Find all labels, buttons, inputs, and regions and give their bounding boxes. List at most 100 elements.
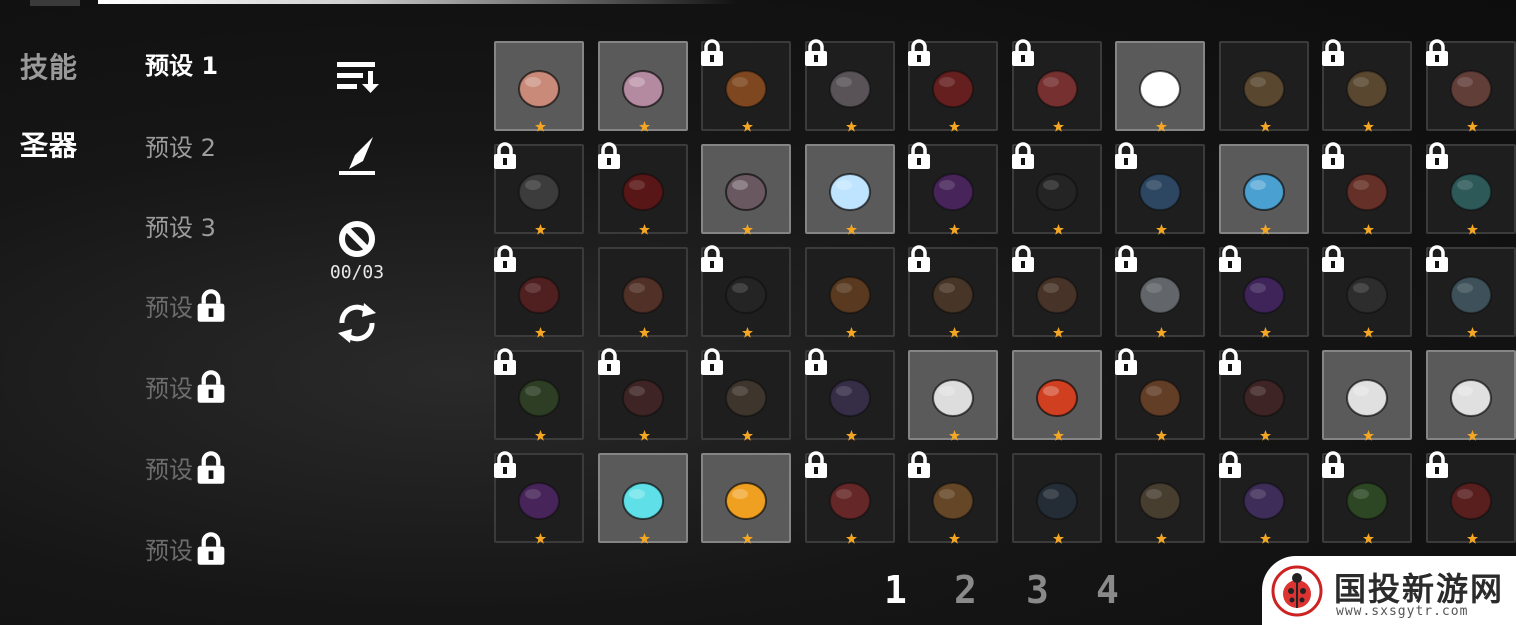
top-highlight-bar (98, 0, 738, 4)
slot-lock-icon (596, 348, 622, 375)
preset-label: 预设 3 (145, 214, 216, 242)
relic-slot-feather[interactable] (804, 39, 895, 132)
relic-slot-pale-rock[interactable] (1115, 453, 1205, 544)
preset-5[interactable]: 预设 (145, 369, 227, 404)
relic-slot-spoon[interactable] (699, 245, 791, 338)
slot-lock-icon (1010, 245, 1036, 272)
relic-slot-purple-orb[interactable] (494, 451, 584, 544)
preset-4[interactable]: 预设 (145, 288, 227, 323)
relic-slot-cyan-spirit[interactable] (597, 453, 688, 544)
relic-slot-red-crystal[interactable] (1011, 350, 1102, 441)
preset-3[interactable]: 预设 3 (145, 208, 216, 243)
lock-icon (197, 288, 225, 322)
relic-slot-fox-mask[interactable] (1011, 39, 1102, 132)
relic-slot-clay-vase[interactable] (597, 247, 688, 338)
edit-button[interactable] (334, 132, 380, 178)
relic-slot-scroll-2[interactable] (1322, 39, 1412, 132)
rarity-star-icon (1259, 121, 1271, 132)
rarity-star-icon (1156, 430, 1167, 441)
rarity-star-icon (1156, 224, 1167, 235)
relic-slot-book[interactable] (1115, 348, 1205, 441)
slot-lock-icon (699, 348, 725, 375)
rarity-star-icon (1466, 121, 1478, 132)
preset-6[interactable]: 预设 (145, 450, 227, 485)
preset-label: 预设 (145, 537, 193, 565)
relic-slot-dagger[interactable] (1322, 350, 1412, 441)
page-2-button[interactable]: 2 (954, 568, 977, 612)
relic-slot-rune-stone[interactable] (494, 41, 584, 132)
preset-7[interactable]: 预设 (145, 531, 227, 566)
relic-slot-snow-globe[interactable] (1115, 245, 1205, 338)
relic-slot-rock-lump[interactable] (699, 348, 791, 441)
slot-lock-icon (906, 245, 932, 272)
relic-slot-red-boot[interactable] (804, 451, 895, 544)
relic-slot-red-scarf[interactable] (494, 245, 584, 338)
page-3-button[interactable]: 3 (1026, 568, 1049, 612)
relic-slot-crossbow[interactable] (596, 348, 688, 441)
relic-slot-boot[interactable] (906, 245, 998, 338)
relic-slot-red-berries[interactable] (1424, 451, 1516, 544)
relic-slot-purple-frog[interactable] (1218, 451, 1309, 544)
rarity-star-icon (1466, 327, 1478, 338)
slot-lock-icon (1424, 451, 1450, 478)
rarity-star-icon (742, 121, 753, 132)
relic-slot-ice-shard[interactable] (804, 144, 895, 235)
relic-slot-staff[interactable] (804, 348, 895, 441)
relic-slot-green-slime[interactable] (1320, 451, 1412, 544)
page-4-button[interactable]: 4 (1096, 568, 1119, 612)
relic-slot-teal-beans[interactable] (1425, 142, 1516, 235)
relic-slot-red-feather[interactable] (1218, 348, 1309, 441)
slot-lock-icon (1320, 451, 1346, 478)
slot-lock-icon (596, 142, 622, 169)
preset-label: 预设 (145, 375, 193, 403)
relic-slot-coal[interactable] (1010, 142, 1102, 235)
knife-icon (1449, 379, 1492, 417)
page-1-button[interactable]: 1 (884, 568, 907, 612)
rarity-star-icon (535, 121, 546, 132)
rarity-star-icon (638, 430, 650, 441)
relic-slot-stone[interactable] (701, 144, 791, 235)
slot-lock-icon (1010, 142, 1036, 169)
relic-slot-purple-gem[interactable] (908, 142, 998, 235)
crossed-swords-icon (932, 379, 974, 417)
relic-slot-meat[interactable] (1425, 39, 1516, 132)
tab-skills[interactable]: 技能 (20, 46, 78, 86)
red-crystal-icon (1035, 379, 1078, 417)
preset-2[interactable]: 预设 2 (145, 128, 216, 163)
rarity-star-icon (1052, 327, 1064, 338)
relic-slot-skull[interactable] (1115, 41, 1205, 132)
relic-slot-red-potion[interactable] (908, 39, 998, 132)
rarity-star-icon (1052, 430, 1064, 441)
lock-icon (197, 531, 225, 565)
relic-slot-gold-bar[interactable] (701, 453, 791, 544)
relic-slot-dark-box[interactable] (1322, 245, 1412, 338)
equipped-counter: 00/03 (329, 262, 385, 283)
relic-slot-pipe[interactable] (804, 247, 895, 338)
sort-button[interactable] (334, 53, 380, 99)
preset-1[interactable]: 预设 1 (145, 46, 218, 81)
relic-slot-purple-jar[interactable] (1218, 245, 1309, 338)
rarity-star-icon (1052, 533, 1064, 544)
relic-slot-glass-cube[interactable] (1425, 245, 1516, 338)
relic-slot-demon-crest[interactable] (596, 142, 688, 235)
relic-slot-green-ring[interactable] (494, 348, 584, 441)
rarity-star-icon (1466, 430, 1478, 441)
relic-slot-red-mushroom[interactable] (1322, 142, 1412, 235)
pale-rock-icon (1139, 482, 1181, 520)
relic-slot-knife[interactable] (1425, 350, 1516, 441)
swap-button[interactable] (334, 300, 380, 346)
relic-slot-amber-crystal[interactable] (701, 39, 791, 132)
relic-slot-spider[interactable] (1011, 453, 1102, 544)
slot-lock-icon (699, 245, 725, 272)
relic-slot-crossed-swords[interactable] (908, 350, 998, 441)
relic-slot-cookie[interactable] (908, 451, 998, 544)
relic-slot-plank[interactable] (1010, 245, 1102, 338)
rarity-star-icon (1156, 533, 1167, 544)
relic-slot-garlic[interactable] (597, 41, 688, 132)
tab-relics[interactable]: 圣器 (20, 124, 78, 164)
relic-slot-blue-tree[interactable] (1218, 144, 1309, 235)
relic-slot-scroll-1[interactable] (1218, 41, 1309, 132)
relic-slot-blue-shell[interactable] (1115, 142, 1205, 235)
relic-slot-beads[interactable] (494, 142, 584, 235)
clear-button[interactable] (334, 216, 380, 262)
